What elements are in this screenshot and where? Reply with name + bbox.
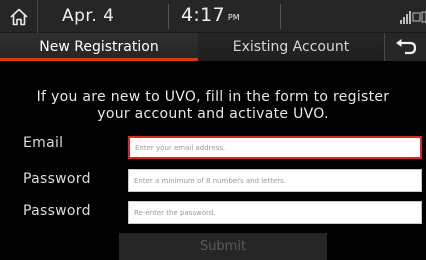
password-label: Password [23, 171, 91, 187]
tab-label: New Registration [39, 38, 159, 55]
back-arrow-icon [395, 39, 416, 55]
intro-message: If you are new to UVO, fill in the form … [0, 89, 426, 123]
clock-display: 4:17 PM [181, 4, 240, 26]
status-bar: Apr. 4 4:17 PM [0, 0, 426, 33]
tab-bar: New Registration Existing Account [0, 33, 426, 61]
intro-line: If you are new to UVO, fill in the form … [36, 89, 390, 105]
password-field[interactable] [128, 169, 422, 192]
confirm-password-label: Password [23, 203, 91, 219]
tab-label: Existing Account [232, 39, 350, 55]
email-field[interactable] [128, 136, 422, 159]
home-button[interactable] [0, 0, 38, 33]
status-divider [168, 4, 169, 29]
submit-label: Submit [199, 239, 247, 254]
tab-existing-account[interactable]: Existing Account [198, 33, 384, 61]
confirm-password-field[interactable] [128, 201, 422, 224]
date-display: Apr. 4 [62, 6, 115, 26]
status-divider [280, 4, 281, 29]
back-button[interactable] [384, 33, 426, 61]
home-icon [9, 8, 28, 25]
tab-new-registration[interactable]: New Registration [0, 33, 198, 61]
email-label: Email [23, 135, 64, 151]
clock-ampm: PM [227, 13, 240, 22]
submit-button[interactable]: Submit [119, 233, 327, 260]
intro-line: your account and activate UVO. [97, 106, 329, 122]
clock-time: 4:17 [181, 4, 225, 26]
signal-icon [400, 11, 426, 24]
